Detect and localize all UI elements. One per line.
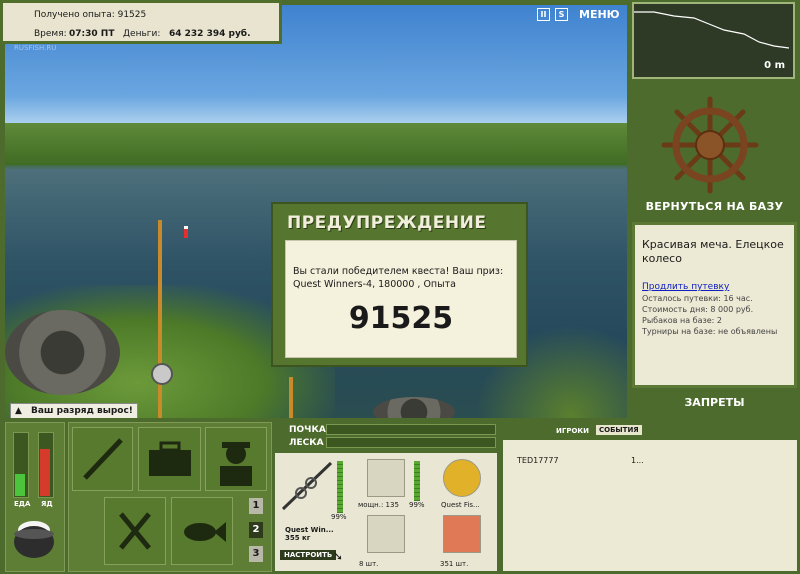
reel-icon bbox=[151, 363, 173, 385]
fisherman-button[interactable] bbox=[205, 427, 267, 491]
player-name[interactable]: TED17777 bbox=[517, 456, 559, 465]
reel-item[interactable] bbox=[367, 459, 405, 497]
time-value: 07:30 ПТ bbox=[69, 29, 115, 39]
setup-button[interactable]: НАСТРОИТЬ bbox=[280, 550, 337, 560]
extend-permit-link[interactable]: Продлить путевку bbox=[642, 282, 729, 292]
rod-button[interactable] bbox=[72, 427, 133, 491]
depth-map[interactable]: 0 m bbox=[632, 2, 795, 79]
float-bar bbox=[326, 424, 496, 435]
player-info: Получено опыта: 91525 Время: 07:30 ПТ Де… bbox=[0, 0, 282, 44]
line-item[interactable] bbox=[443, 459, 481, 497]
reel-pct: 99% bbox=[409, 501, 425, 509]
sound-button[interactable]: S bbox=[555, 8, 568, 21]
arrow-up-icon: ▲ bbox=[15, 406, 22, 416]
fish-icon bbox=[184, 522, 226, 542]
return-to-base-button[interactable]: ВЕРНУТЬСЯ НА БАЗУ bbox=[632, 200, 797, 218]
bans-button[interactable]: ЗАПРЕТЫ bbox=[632, 396, 797, 414]
bait-count: 351 шт. bbox=[440, 560, 469, 568]
rod-weight: 355 кг bbox=[285, 534, 311, 542]
fisherman-icon bbox=[220, 442, 252, 486]
bait-item[interactable] bbox=[443, 515, 481, 553]
player-value: 1... bbox=[631, 456, 644, 465]
menu-button[interactable]: МЕНЮ bbox=[579, 8, 620, 21]
warning-points: 91525 bbox=[348, 301, 454, 336]
rod-reel-icon[interactable] bbox=[279, 459, 337, 513]
tackle-panel: 99% Quest Win... 355 кг НАСТРОИТЬ ➘ мощн… bbox=[275, 453, 497, 571]
base-line-2: Стоимость дня: 8 000 руб. bbox=[642, 305, 754, 314]
money-label: Деньги: bbox=[123, 29, 161, 39]
page-button-2[interactable]: 2 bbox=[249, 522, 263, 538]
warning-dialog[interactable]: ПРЕДУПРЕЖДЕНИЕ Вы стали победителем квес… bbox=[271, 202, 528, 367]
page-button-1[interactable]: 1 bbox=[249, 498, 263, 514]
float-icon[interactable] bbox=[184, 226, 188, 238]
cooking-button[interactable] bbox=[104, 497, 166, 565]
depth-readout: 0 m bbox=[764, 60, 785, 71]
base-line-4: Турниры на базе: не объявлены bbox=[642, 327, 778, 336]
rank-notice: ▲ Ваш разряд вырос! bbox=[10, 403, 138, 418]
hooks-count: 8 шт. bbox=[359, 560, 379, 568]
tackle-box-button[interactable] bbox=[138, 427, 201, 491]
ship-wheel-icon[interactable] bbox=[660, 95, 760, 195]
money-value: 64 232 394 руб. bbox=[169, 29, 251, 39]
line-item-name: Quest Fis... bbox=[441, 501, 480, 509]
old-tire bbox=[5, 310, 120, 395]
tab-events[interactable]: СОБЫТИЯ bbox=[596, 425, 642, 435]
fishing-rod-1[interactable] bbox=[158, 220, 162, 418]
line-label: ЛЕСКА bbox=[289, 438, 324, 448]
base-info-panel: Красивая меча. Елецкое колесо Продлить п… bbox=[632, 222, 797, 388]
reel-label: мощн.: 135 bbox=[358, 501, 399, 509]
far-shore bbox=[5, 123, 627, 165]
poison-fill bbox=[40, 449, 50, 496]
time-label: Время: bbox=[34, 29, 67, 39]
hook-item[interactable] bbox=[367, 515, 405, 553]
food-fill bbox=[15, 474, 25, 496]
fish-button[interactable] bbox=[171, 497, 233, 565]
players-panel: TED17777 1... bbox=[503, 440, 797, 571]
arrow-icon[interactable]: ➘ bbox=[333, 549, 343, 563]
fishing-rod-2[interactable] bbox=[289, 377, 293, 418]
warning-title: ПРЕДУПРЕЖДЕНИЕ bbox=[287, 213, 487, 233]
pause-button[interactable]: II bbox=[537, 8, 550, 21]
fork-knife-icon bbox=[119, 512, 151, 550]
old-tire-small bbox=[373, 397, 455, 418]
base-line-3: Рыбаков на базе: 2 bbox=[642, 316, 722, 325]
reel-health-bar bbox=[414, 461, 420, 501]
watermark: RUSFISH.RU bbox=[14, 44, 57, 52]
page-button-3[interactable]: 3 bbox=[249, 546, 263, 562]
rod-pct: 99% bbox=[331, 513, 347, 521]
rod-icon bbox=[83, 438, 123, 480]
warning-body: Вы стали победителем квеста! Ваш приз: Q… bbox=[285, 240, 517, 358]
warning-message: Вы стали победителем квеста! Ваш приз: Q… bbox=[293, 266, 504, 290]
food-label: ЕДА bbox=[14, 500, 31, 508]
tackle-box-icon bbox=[149, 441, 191, 476]
rod-health-bar bbox=[337, 461, 343, 513]
cauldron-icon[interactable] bbox=[10, 512, 58, 564]
xp-label: Получено опыта: 91525 bbox=[34, 10, 147, 20]
line-bar bbox=[326, 437, 496, 448]
food-meter bbox=[13, 432, 29, 498]
rod-name: Quest Win... bbox=[285, 526, 334, 534]
poison-label: ЯД bbox=[41, 500, 53, 508]
float-label: ПОЧКА bbox=[289, 425, 326, 435]
base-title: Красивая меча. Елецкое колесо bbox=[642, 238, 784, 265]
poison-meter bbox=[38, 432, 54, 498]
tab-players[interactable]: ИГРОКИ bbox=[556, 427, 589, 435]
base-line-1: Осталось путевки: 16 час. bbox=[642, 294, 753, 303]
